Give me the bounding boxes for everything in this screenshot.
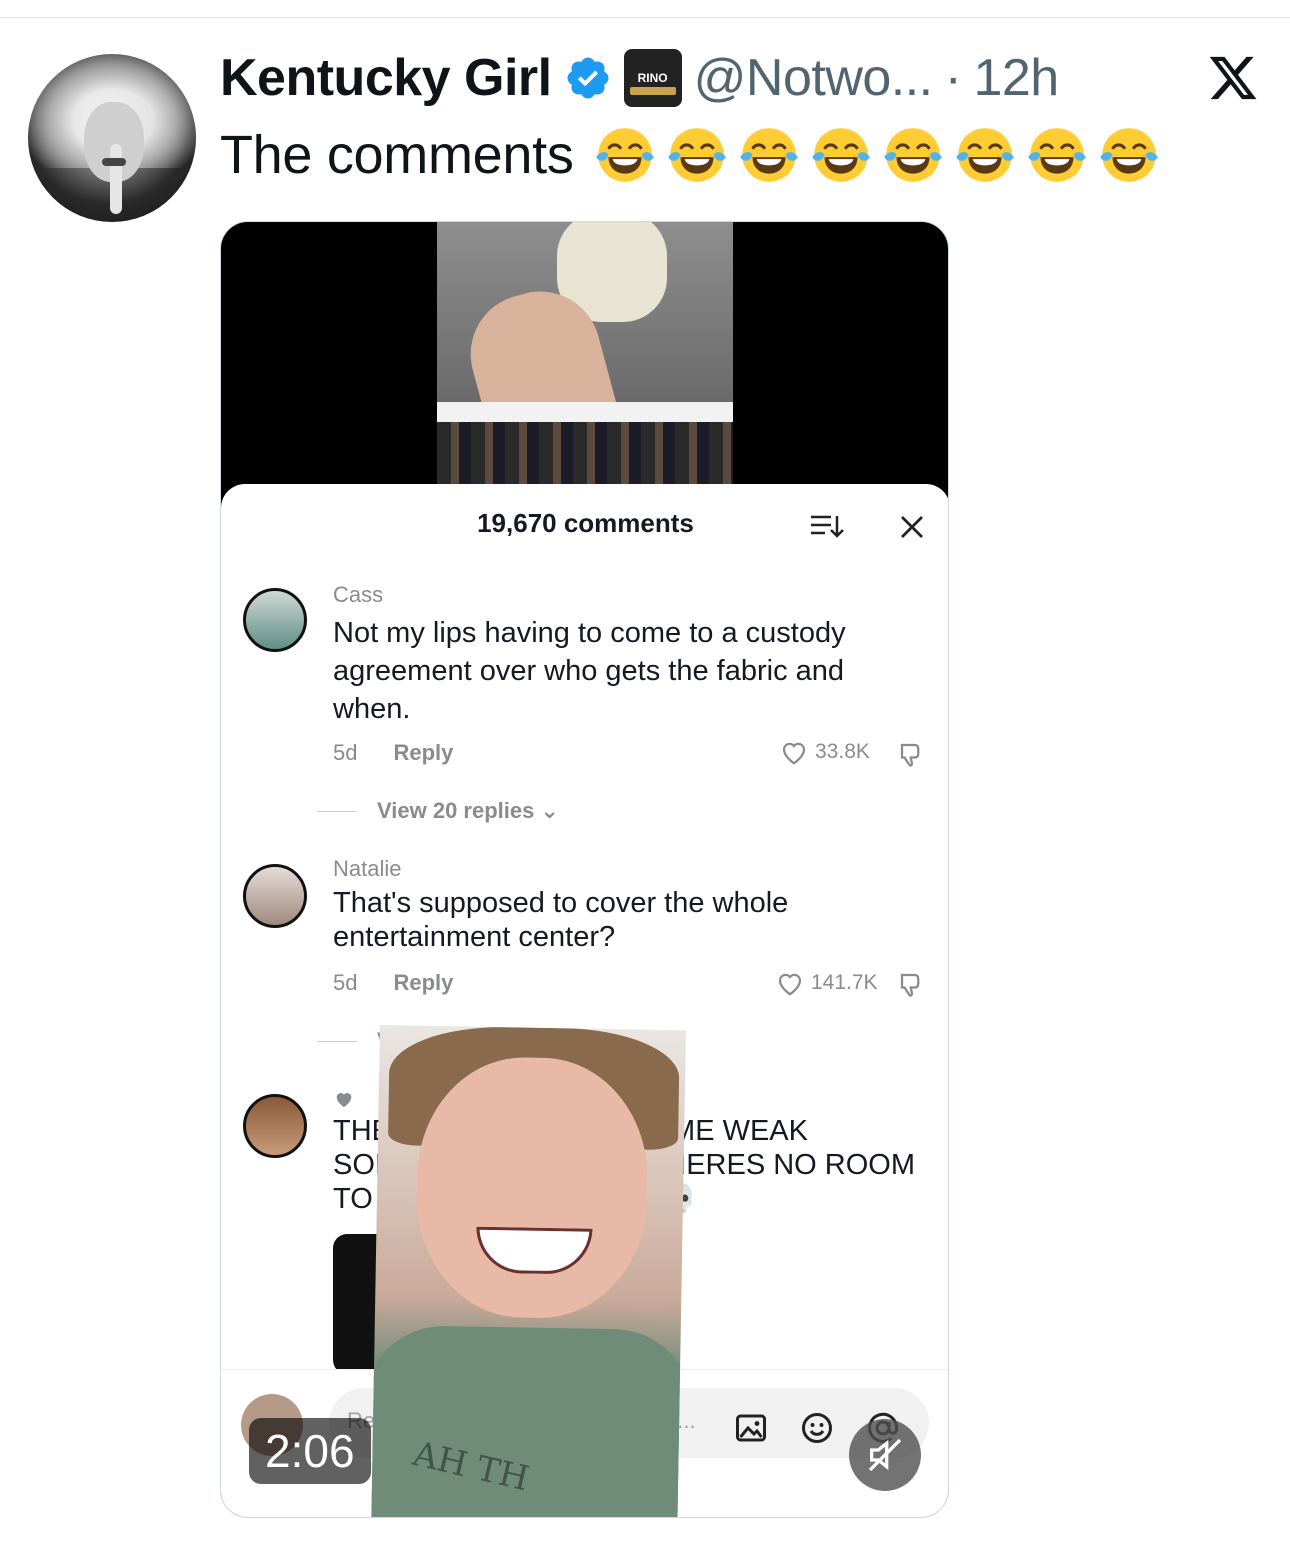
author-handle[interactable]: @Notwo... — [694, 48, 934, 108]
affiliate-badge-ribbon — [629, 87, 676, 95]
top-divider — [0, 17, 1290, 18]
comment-avatar[interactable] — [243, 864, 307, 928]
x-logo-icon[interactable] — [1205, 52, 1261, 104]
comment-age: 5d — [333, 740, 358, 765]
post-time[interactable]: 12h — [973, 48, 1059, 108]
like-button[interactable]: 141.7K — [775, 969, 878, 997]
video-player[interactable]: 19,670 comments Cass Not my lips having … — [220, 221, 949, 1518]
avatar-finger — [110, 144, 122, 214]
verified-badge-icon — [567, 57, 609, 99]
image-icon[interactable] — [733, 1410, 769, 1446]
heart-icon — [782, 742, 806, 765]
heart-icon — [336, 1093, 352, 1108]
laughing-emoji-icon — [1099, 128, 1158, 182]
sort-icon[interactable] — [809, 512, 845, 542]
video-duration: 2:06 — [249, 1418, 371, 1484]
tweet-header: Kentucky Girl RINO @Notwo... · 12h — [220, 46, 1059, 110]
laughing-emoji-icon — [811, 128, 870, 182]
laughing-emoji-icon — [595, 128, 654, 182]
view-replies-label: View 20 replies — [377, 798, 535, 823]
comment-author[interactable]: Cass — [333, 582, 383, 608]
chevron-down-icon: ⌄ — [540, 798, 559, 823]
like-count: 141.7K — [811, 971, 878, 994]
comment-age: 5d — [333, 970, 358, 995]
comment-text: Not my lips having to come to a custody … — [333, 617, 846, 725]
mute-icon — [868, 1438, 902, 1472]
affiliate-badge-label: RINO — [637, 71, 668, 85]
comment-text: That's supposed to cover the whole enter… — [333, 887, 789, 953]
laughing-emoji-icon — [1027, 128, 1086, 182]
comment-author[interactable]: Natalie — [333, 856, 401, 882]
dislike-icon[interactable] — [897, 970, 927, 1000]
reply-button[interactable]: Reply — [393, 970, 453, 996]
tweet-text: The comments — [220, 122, 1162, 188]
laughing-emoji-icon — [955, 128, 1014, 182]
dislike-icon[interactable] — [897, 740, 927, 770]
reaction-video-overlay: AH TH — [371, 1025, 686, 1517]
view-replies-button[interactable]: View 20 replies ⌄ — [317, 798, 559, 824]
comment-avatar[interactable] — [243, 1094, 307, 1158]
avatar-lips — [102, 158, 126, 166]
like-count: 33.8K — [815, 740, 870, 763]
comment-meta: 5d Reply — [333, 970, 453, 996]
heart-icon — [778, 973, 802, 996]
laughing-emoji-icon — [739, 128, 798, 182]
close-icon[interactable] — [897, 512, 927, 542]
comment-meta: 5d Reply — [333, 740, 453, 766]
hanging-clothes — [437, 422, 733, 484]
separator-dot: · — [944, 49, 962, 107]
laughing-emoji-icon — [667, 128, 726, 182]
partial-line3-left: TO — [333, 1183, 373, 1215]
tweet-text-content: The comments — [220, 125, 574, 185]
mute-button[interactable] — [849, 1419, 921, 1491]
author-avatar[interactable] — [28, 54, 196, 222]
emoji-icon[interactable] — [799, 1410, 835, 1446]
like-button[interactable]: 33.8K — [779, 738, 870, 766]
comment-avatar[interactable] — [243, 588, 307, 652]
laughing-emoji-icon — [883, 128, 942, 182]
emoji-row — [592, 122, 1162, 188]
partial-line2-right: THERES NO ROOM — [647, 1149, 915, 1181]
video-frame — [437, 222, 733, 484]
closet-rail — [437, 402, 733, 422]
affiliate-badge-icon[interactable]: RINO — [623, 49, 682, 107]
author-name[interactable]: Kentucky Girl — [220, 48, 552, 108]
overlay-shirt — [371, 1324, 686, 1517]
overlay-face — [414, 1055, 650, 1320]
reply-button[interactable]: Reply — [393, 740, 453, 766]
